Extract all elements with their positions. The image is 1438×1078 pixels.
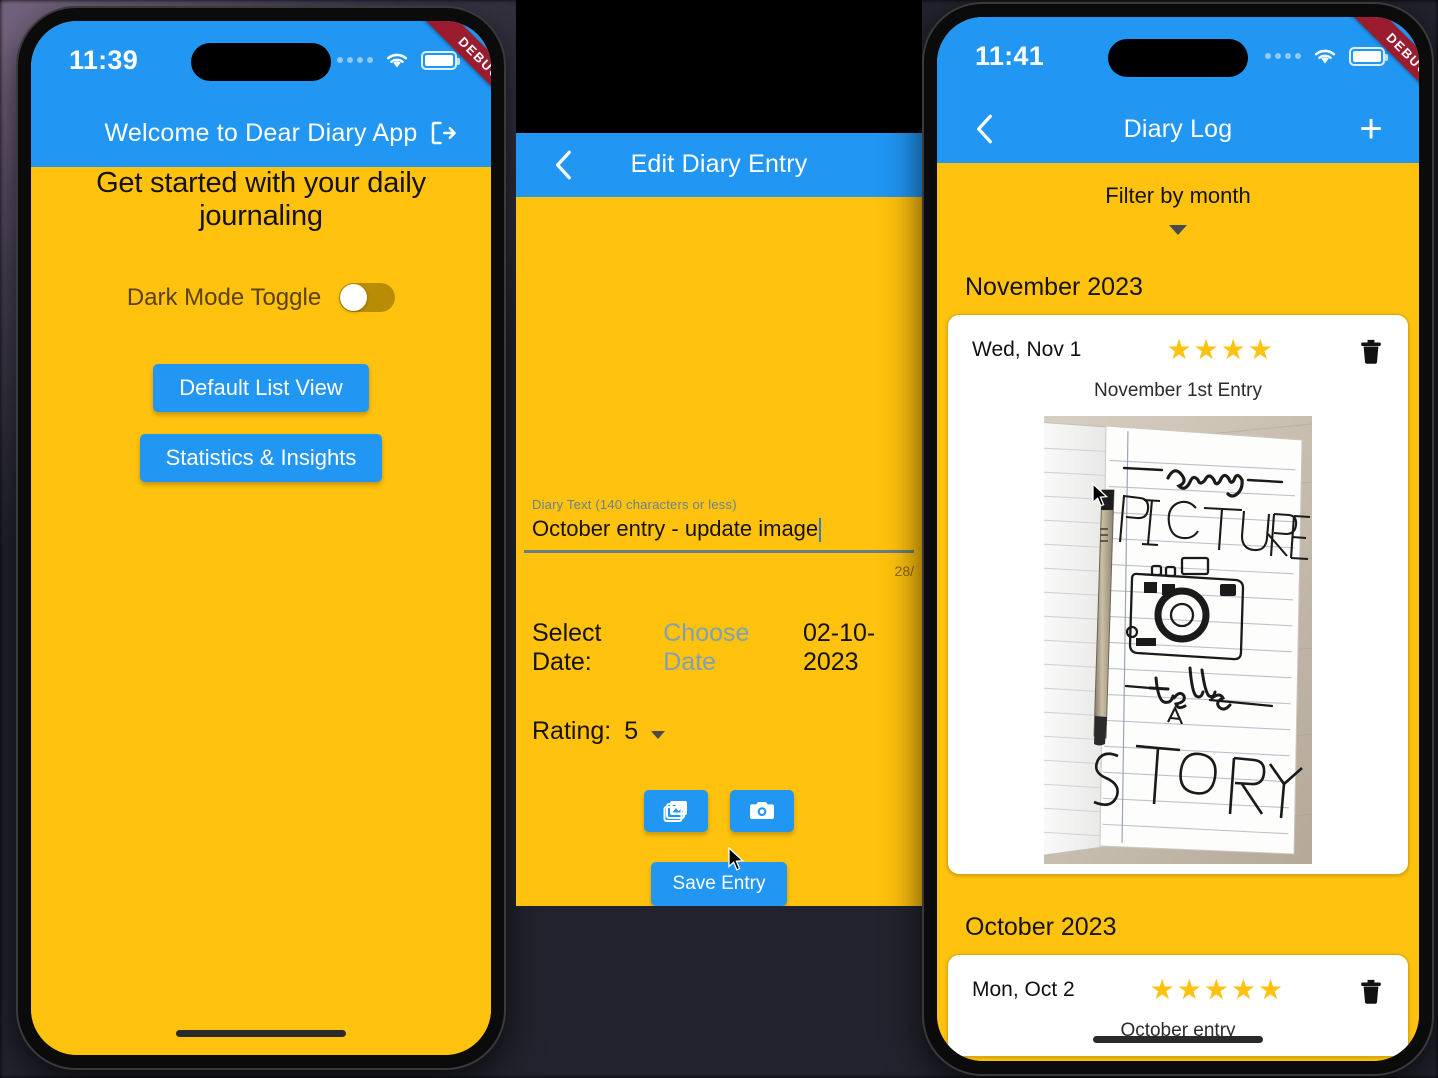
chevron-left-icon: [977, 114, 992, 144]
diary-text-field[interactable]: Diary Text (140 characters or less) Octo…: [524, 497, 914, 548]
rating-stars: ★ ★ ★ ★: [1166, 333, 1272, 366]
chevron-down-icon[interactable]: [651, 731, 666, 739]
default-list-view-button[interactable]: Default List View: [153, 364, 369, 412]
diary-text-label: Diary Text (140 characters or less): [532, 497, 737, 512]
filter-by-month-label: Filter by month: [1105, 183, 1251, 208]
phone-home-screen: 11:39 Welcome to Dear Diary App Get star…: [18, 8, 504, 1068]
star-icon: ★: [1230, 974, 1257, 1005]
status-bar: 11:41: [937, 17, 1419, 95]
rating-stars: ★ ★ ★ ★ ★: [1150, 973, 1284, 1006]
media-buttons: [524, 746, 914, 832]
camera-icon: [750, 802, 774, 819]
phone-diary-log-screen: 11:41 Diary Log + Filter by month Novemb…: [924, 4, 1432, 1074]
entry-photo[interactable]: [1044, 416, 1312, 864]
notebook-photo-illustration: [1044, 416, 1312, 864]
status-icons: [1265, 46, 1388, 66]
star-icon: ★: [1176, 974, 1202, 1005]
back-button[interactable]: [963, 107, 1007, 151]
home-indicator: [1093, 1036, 1263, 1043]
toggle-knob: [340, 284, 368, 311]
dark-mode-label: Dark Mode Toggle: [126, 283, 322, 311]
phone-edit-entry-screen: Edit Diary Entry Diary Text (140 charact…: [516, 0, 922, 906]
month-filter-dropdown[interactable]: [937, 209, 1419, 235]
back-button[interactable]: [542, 143, 586, 187]
chevron-left-icon: [556, 150, 571, 180]
select-date-row: Select Date: Choose Date 02-10-2023: [524, 579, 914, 677]
trash-icon[interactable]: [1358, 335, 1384, 365]
star-icon: ★: [1166, 334, 1192, 365]
app-bar: Diary Log +: [937, 95, 1419, 163]
battery-icon: [1349, 46, 1388, 66]
month-section-header: October 2023: [965, 913, 1117, 941]
home-content: Get started with your daily journaling D…: [31, 167, 491, 1055]
app-bar: Welcome to Dear Diary App: [31, 99, 491, 167]
crop-top-bezel: [516, 0, 922, 133]
edit-entry-screen: Edit Diary Entry Diary Text (140 charact…: [516, 0, 922, 906]
diary-text-input[interactable]: October entry - update image: [532, 512, 818, 548]
home-headline: Get started with your daily journaling: [96, 167, 426, 232]
save-entry-button[interactable]: Save Entry: [650, 862, 788, 906]
page-title: Diary Log: [1123, 114, 1233, 143]
dynamic-island: [191, 43, 331, 81]
character-counter: 28/: [894, 563, 914, 579]
month-section-header: November 2023: [965, 273, 1143, 301]
take-photo-button[interactable]: [730, 790, 794, 832]
wifi-icon: [386, 53, 408, 68]
diary-log-content: Filter by month November 2023 Wed, Nov 1…: [937, 163, 1419, 1061]
diary-entry-card[interactable]: Wed, Nov 1 ★ ★ ★ ★ November 1st Entry: [947, 314, 1409, 875]
star-icon: ★: [1149, 974, 1175, 1005]
chevron-down-icon: [1169, 225, 1187, 235]
entry-caption: November 1st Entry: [1094, 380, 1262, 401]
dark-mode-row: Dark Mode Toggle: [126, 283, 396, 312]
select-date-label: Select Date:: [532, 619, 602, 676]
text-caret: [819, 518, 822, 542]
logout-button[interactable]: [421, 111, 465, 155]
star-icon: ★: [1220, 334, 1246, 365]
rating-value: 5: [624, 717, 639, 745]
rating-row: Rating: 5: [524, 677, 914, 746]
entry-date: Mon, Oct 2: [972, 977, 1075, 1001]
dark-mode-toggle[interactable]: [339, 283, 396, 312]
plus-icon: +: [1359, 107, 1383, 151]
statistics-insights-button[interactable]: Statistics & Insights: [139, 434, 383, 482]
star-icon: ★: [1247, 334, 1273, 365]
selected-date-value: 02-10-2023: [802, 619, 876, 676]
status-clock: 11:39: [69, 44, 139, 75]
star-icon: ★: [1258, 974, 1284, 1005]
choose-date-button[interactable]: Choose Date: [663, 619, 790, 677]
pick-from-gallery-button[interactable]: [644, 790, 708, 832]
wifi-icon: [1314, 49, 1336, 64]
home-screen: 11:39 Welcome to Dear Diary App Get star…: [31, 21, 491, 1055]
screenshot-stage: 11:39 Welcome to Dear Diary App Get star…: [0, 0, 1438, 1078]
app-bar: Edit Diary Entry: [516, 132, 922, 197]
status-bar: 11:39: [31, 21, 491, 99]
star-icon: ★: [1193, 334, 1219, 365]
entry-date: Wed, Nov 1: [972, 337, 1082, 361]
rating-label: Rating:: [532, 717, 612, 745]
edit-entry-content: Diary Text (140 characters or less) Octo…: [516, 197, 922, 906]
diary-log-screen: 11:41 Diary Log + Filter by month Novemb…: [937, 17, 1419, 1061]
status-clock: 11:41: [975, 40, 1045, 71]
signal-icon: [337, 57, 373, 63]
trash-icon[interactable]: [1358, 975, 1384, 1005]
logout-icon: [431, 121, 456, 145]
battery-icon: [421, 50, 460, 70]
home-indicator: [176, 1030, 346, 1037]
signal-icon: [1265, 53, 1301, 59]
add-entry-button[interactable]: +: [1349, 107, 1393, 151]
star-icon: ★: [1203, 974, 1229, 1005]
entry-caption: October entry: [1120, 1020, 1236, 1041]
photo-library-icon: [663, 801, 687, 822]
status-icons: [337, 50, 460, 70]
dynamic-island: [1108, 39, 1248, 77]
